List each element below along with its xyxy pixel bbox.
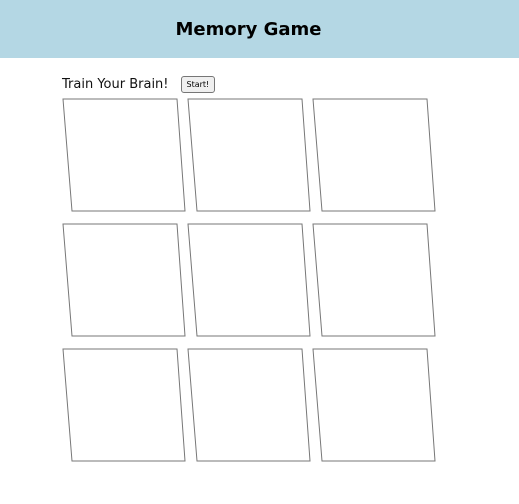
- memory-card[interactable]: [187, 348, 311, 462]
- memory-card[interactable]: [312, 223, 436, 337]
- start-button[interactable]: Start!: [180, 76, 216, 93]
- memory-card[interactable]: [312, 98, 436, 212]
- header-bar: Memory Game: [0, 0, 519, 58]
- memory-card[interactable]: [187, 223, 311, 337]
- memory-card[interactable]: [62, 223, 186, 337]
- memory-card[interactable]: [312, 348, 436, 462]
- memory-card[interactable]: [187, 98, 311, 212]
- controls-bar: Train Your Brain! Start!: [62, 76, 216, 93]
- memory-card[interactable]: [62, 348, 186, 462]
- tagline-text: Train Your Brain!: [62, 77, 169, 92]
- page-title: Memory Game: [175, 18, 322, 40]
- memory-card[interactable]: [62, 98, 186, 212]
